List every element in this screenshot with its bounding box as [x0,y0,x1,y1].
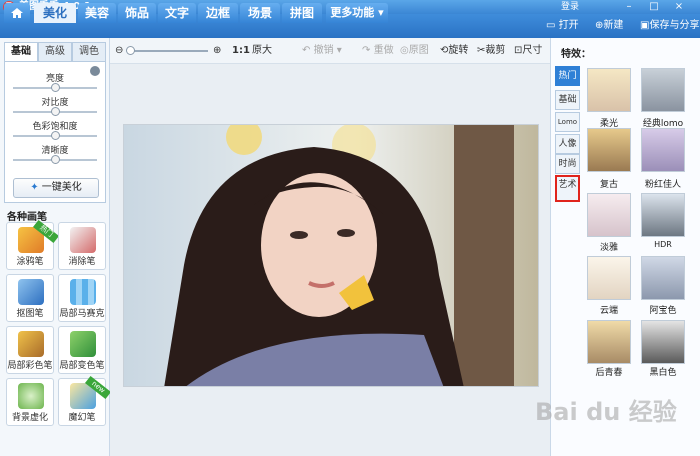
brush-graffiti[interactable]: 热门 涂鸦笔 [6,219,60,270]
save-share-button[interactable]: ▣保存与分享 [640,14,699,38]
effect-thumb-classic-lomo[interactable] [641,68,685,112]
effect-thumb-pink-lady[interactable] [641,128,685,172]
effects-title: 特效： [561,49,591,60]
redo-button[interactable]: ↷ 重做 [362,38,394,64]
login-link[interactable]: 登录 [561,0,579,14]
effect-thumb-elegant[interactable] [587,193,631,237]
tab-frame[interactable]: 边框 [198,3,238,23]
category-lomo[interactable]: Lomo [555,112,580,132]
effect-label-vintage: 复古 [599,180,618,190]
tab-beautify[interactable]: 美化 [34,3,76,23]
magic-wand-icon: ✦ [30,182,39,193]
effect-thumb-vintage[interactable] [587,128,631,172]
blur-icon [18,383,44,409]
tab-text[interactable]: 文字 [158,3,196,23]
tab-scene[interactable]: 场景 [240,3,280,23]
effect-thumb-youth[interactable] [587,320,631,364]
canvas-toolbar: ⊖ ⊕ 1:1 原大 ↶ 撤销 ▾ ↷ 重做 ◎原图 ⟲旋转 ✂裁剪 ⊡尺寸 [110,38,550,64]
portrait-image [124,125,538,386]
brushes-title: 各种画笔 [7,212,47,223]
brush-background-blur[interactable]: 背景虚化 [6,378,54,426]
mosaic-icon [70,279,96,305]
brush-cutout[interactable]: 抠图笔 [6,274,54,322]
category-art[interactable]: 艺术 [555,175,580,202]
color-brush-icon [18,331,44,357]
effect-thumb-soft-light[interactable] [587,68,631,112]
crop-button[interactable]: ✂裁剪 [477,38,505,64]
brightness-slider[interactable] [13,83,97,92]
saturation-knob[interactable] [51,131,60,140]
new-button[interactable]: ⊕新建 [595,14,623,38]
minimize-button[interactable]: – [620,1,638,13]
subtab-basic[interactable]: 基础 [4,42,38,61]
edited-photo[interactable] [123,124,539,387]
subtab-advanced[interactable]: 高级 [38,42,72,61]
zoom-knob[interactable] [126,46,135,55]
tab-more-functions[interactable]: 更多功能 ▾ [326,3,388,23]
canvas-area [110,64,550,456]
category-fashion[interactable]: 时尚 [555,154,580,174]
brush-color-partial[interactable]: 局部彩色笔 [6,326,54,374]
category-basic[interactable]: 基础 [555,90,580,110]
folder-icon: ▭ [546,20,556,31]
eye-icon: ◎ [400,45,409,56]
zoom-slider[interactable] [126,46,208,55]
effect-label-black-white: 黑白色 [649,368,677,378]
cutout-pen-icon [18,279,44,305]
effect-thumb-hdr[interactable] [641,193,685,237]
tab-collage[interactable]: 拼图 [282,3,322,23]
brush-mosaic[interactable]: 局部马赛克 [58,274,106,322]
effect-label-elegant: 淡雅 [599,243,618,253]
effect-label-abao: 阿宝色 [649,306,677,316]
adjust-box: 亮度 对比度 色彩饱和度 清晰度 ✦ 一键美化 [4,61,106,203]
zoom-in-icon[interactable]: ⊕ [213,38,221,64]
ratio-label[interactable]: 1:1 [232,38,250,64]
effect-label-pink-lady: 粉红佳人 [644,180,681,190]
tab-accessories[interactable]: 饰品 [118,3,156,23]
category-portrait[interactable]: 人像 [555,134,580,154]
brightness-knob[interactable] [51,83,60,92]
watermark: Bai du 经验 [535,398,677,426]
redo-icon: ↷ [362,45,371,56]
rotate-button[interactable]: ⟲旋转 [440,38,468,64]
effect-label-hdr: HDR [654,240,672,249]
effect-thumb-cloud[interactable] [587,256,631,300]
original-size-button[interactable]: 原大 [252,38,272,64]
contrast-slider[interactable] [13,107,97,116]
effect-label-youth: 后青春 [595,368,623,378]
recolor-icon [70,331,96,357]
sharpness-knob[interactable] [51,155,60,164]
effect-label-cloud: 云端 [599,306,618,316]
original-button[interactable]: ◎原图 [400,38,429,64]
left-panel: 基础 高级 调色 亮度 对比度 色彩饱和度 清晰度 ✦ 一键美化 各种画笔 热门… [0,38,112,456]
sharpness-slider[interactable] [13,155,97,164]
home-icon [11,8,23,18]
zoom-out-icon[interactable]: ⊖ [115,38,123,64]
tab-beauty[interactable]: 美容 [78,3,116,23]
contrast-knob[interactable] [51,107,60,116]
brush-eraser[interactable]: 消除笔 [58,222,106,270]
undo-icon: ↶ [302,45,311,56]
eraser-icon [70,227,96,253]
brush-recolor[interactable]: 局部变色笔 [58,326,106,374]
one-key-beautify-button[interactable]: ✦ 一键美化 [13,178,99,198]
brush-magic[interactable]: new 魔幻笔 [58,375,112,426]
resize-button[interactable]: ⊡尺寸 [514,38,542,64]
saturation-slider[interactable] [13,131,97,140]
effect-thumb-abao[interactable] [641,256,685,300]
maximize-button[interactable]: □ [645,1,663,13]
category-hot[interactable]: 热门 [555,66,580,86]
effect-thumb-black-white[interactable] [641,320,685,364]
subtab-color[interactable]: 调色 [72,42,106,61]
open-button[interactable]: ▭ 打开 [546,14,579,38]
home-tab[interactable] [4,3,30,23]
undo-button[interactable]: ↶ 撤销 ▾ [302,38,342,64]
close-button[interactable]: × [670,1,688,13]
